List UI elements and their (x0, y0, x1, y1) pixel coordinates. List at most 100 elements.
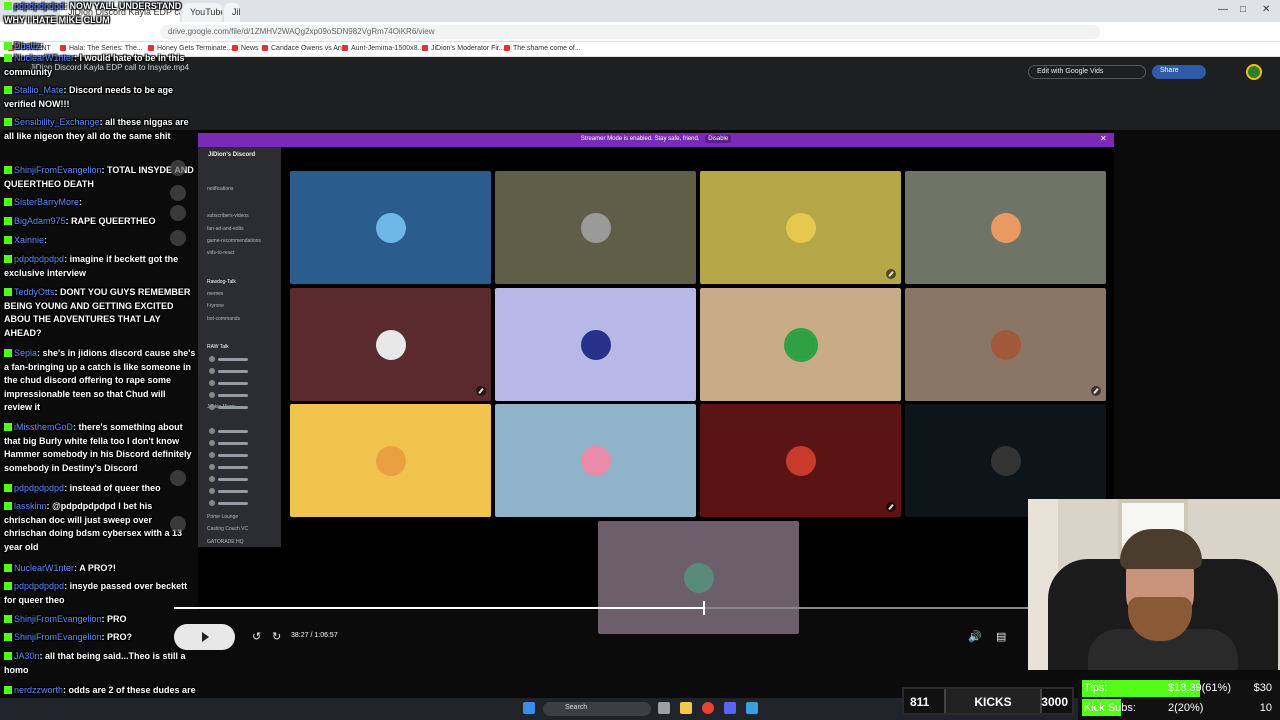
voice-channel-user[interactable] (209, 500, 277, 506)
chat-message: pdpdpdpdpd: imagine if beckett got the e… (4, 254, 179, 278)
discord-icon[interactable] (724, 702, 736, 714)
voice-channel-user[interactable] (209, 356, 277, 362)
discord-channel-item[interactable]: subscribers-videos (207, 213, 249, 219)
progress-knob[interactable] (703, 601, 706, 615)
participant-tile[interactable] (905, 288, 1106, 401)
voice-channel-user[interactable] (209, 464, 277, 470)
chat-username[interactable]: Dbattz (14, 41, 40, 51)
discord-channel-item[interactable]: fan-art-and-edits (207, 226, 244, 232)
user-avatar (209, 428, 215, 434)
chat-username[interactable]: SisterBarryMore (14, 197, 79, 207)
close-window-icon[interactable]: ✕ (1262, 4, 1270, 15)
discord-channel-item[interactable]: memes (207, 291, 223, 297)
chat-username[interactable]: NuclearW1nter (14, 53, 74, 63)
chat-username[interactable]: Sepia (14, 348, 37, 358)
voice-channel-user[interactable] (209, 452, 277, 458)
chat-username[interactable]: ShinjiFromEvangelion (14, 632, 102, 642)
participant-tile[interactable] (700, 171, 901, 284)
participant-tile[interactable] (700, 404, 901, 517)
discord-channel-item[interactable]: vids-to-react (207, 250, 235, 256)
folder-icon[interactable] (680, 702, 692, 714)
voice-channel-user[interactable] (209, 368, 277, 374)
taskbar-search[interactable]: Search (543, 702, 651, 716)
file-explorer-icon[interactable] (658, 702, 670, 714)
chat-badge-icon (4, 236, 12, 244)
chat-username[interactable]: ShinjiFromEvangelion (14, 614, 102, 624)
voice-channel-user[interactable] (209, 404, 277, 410)
chat-username[interactable]: iMissthemGoD (14, 422, 73, 432)
chat-username[interactable]: lasskinn (14, 501, 47, 511)
username-placeholder (218, 501, 248, 505)
chat-badge-icon (4, 349, 12, 357)
discord-channel-item[interactable]: game-recommendations (207, 238, 261, 244)
chat-username[interactable]: nerdzzworth (14, 685, 63, 695)
close-icon[interactable]: ✕ (1100, 134, 1107, 143)
windows-start-icon[interactable] (523, 702, 535, 714)
captions-icon[interactable]: ▤ (996, 630, 1006, 643)
voice-channel-user[interactable] (209, 392, 277, 398)
chat-username[interactable]: Xainnie (14, 235, 44, 245)
discord-channel-item[interactable]: Prime Lounge (207, 514, 238, 520)
discord-channel-item[interactable]: f-tyrone (207, 303, 224, 309)
chat-username[interactable]: NuclearW1nter (14, 563, 74, 573)
chat-username[interactable]: ShinjiFromEvangelion (14, 165, 102, 175)
participant-tile[interactable] (290, 404, 491, 517)
participant-avatar (376, 330, 406, 360)
participant-avatar (581, 330, 611, 360)
share-button[interactable]: Share (1152, 65, 1206, 79)
forward-icon[interactable]: ↻ (272, 630, 281, 643)
maximize-icon[interactable]: □ (1240, 4, 1246, 15)
participant-tile[interactable] (290, 171, 491, 284)
voice-channel-user[interactable] (209, 428, 277, 434)
participant-tile[interactable] (598, 521, 799, 634)
chat-username[interactable]: pdpdpdpdpd (14, 254, 64, 264)
bookmark[interactable]: The shame come of... (504, 45, 581, 52)
url-input[interactable]: drive.google.com/file/d/1ZMHV2WAQg2xp09o… (160, 25, 1100, 39)
discord-channel-item[interactable]: GATORADE HQ (207, 539, 244, 545)
chat-username[interactable]: Stallio_Mate (14, 85, 64, 95)
rewind-icon[interactable]: ↺ (252, 630, 261, 643)
discord-channel-item[interactable]: bot-commands (207, 316, 240, 322)
chat-username[interactable]: pdpdpdpdpd (14, 581, 64, 591)
bookmark[interactable]: Aunt-Jemima-1500x8... (342, 45, 423, 52)
chat-username[interactable]: Sensibility_Exchange (14, 117, 100, 127)
chat-username[interactable]: JA30n (14, 651, 40, 661)
bookmark[interactable]: Candace Owens vs An... (262, 45, 348, 52)
video-progress-bar[interactable] (174, 601, 1028, 615)
chat-username[interactable]: TeddyOtts (14, 287, 55, 297)
bookmark[interactable]: News (232, 45, 259, 52)
chrome-icon[interactable] (702, 702, 714, 714)
voice-channel-user[interactable] (209, 440, 277, 446)
participant-tile[interactable] (495, 171, 696, 284)
discord-channel-item[interactable]: Casting Couch VC (207, 526, 248, 532)
discord-channel-item[interactable]: notifications (207, 186, 233, 192)
voice-channel-user[interactable] (209, 488, 277, 494)
edit-with-vids-button[interactable]: Edit with Google Vids (1028, 65, 1146, 79)
username-placeholder (218, 441, 248, 445)
chat-username[interactable]: pdpdpdpdpd (14, 483, 64, 493)
chat-username[interactable]: BigAdam975 (14, 216, 66, 226)
app-icon[interactable] (746, 702, 758, 714)
chat-badge-icon (4, 686, 12, 694)
chat-message: Sepia: she's in jidions discord cause sh… (4, 348, 196, 412)
voice-channel-user[interactable] (209, 380, 277, 386)
discord-channel-item[interactable]: Rawdog-Talk (207, 279, 236, 285)
voice-channel-user[interactable] (209, 476, 277, 482)
participant-tile[interactable] (290, 288, 491, 401)
subs-label: Kick Subs: (1084, 702, 1136, 714)
participant-tile[interactable] (700, 288, 901, 401)
participant-tile[interactable] (495, 288, 696, 401)
chat-message: NuclearW1nter: I would hate to be in thi… (4, 53, 185, 77)
participant-tile[interactable] (495, 404, 696, 517)
minimize-icon[interactable]: — (1218, 4, 1228, 15)
volume-icon[interactable]: 🔊 (968, 630, 982, 643)
discord-channel-item[interactable]: RAW Talk (207, 344, 229, 350)
kicks-goal: 3000 (1041, 695, 1068, 709)
browser-tab[interactable]: JiDion Discord Kayla call to Insyde (224, 3, 240, 22)
disable-streamer-mode-button[interactable]: Disable (705, 135, 732, 143)
participant-tile[interactable] (905, 171, 1106, 284)
bookmark[interactable]: JiDion's Moderator Fir... (422, 45, 505, 52)
chat-username[interactable]: pdpdpdpdpd (14, 1, 64, 11)
account-avatar[interactable] (1246, 64, 1262, 80)
user-avatar (209, 476, 215, 482)
